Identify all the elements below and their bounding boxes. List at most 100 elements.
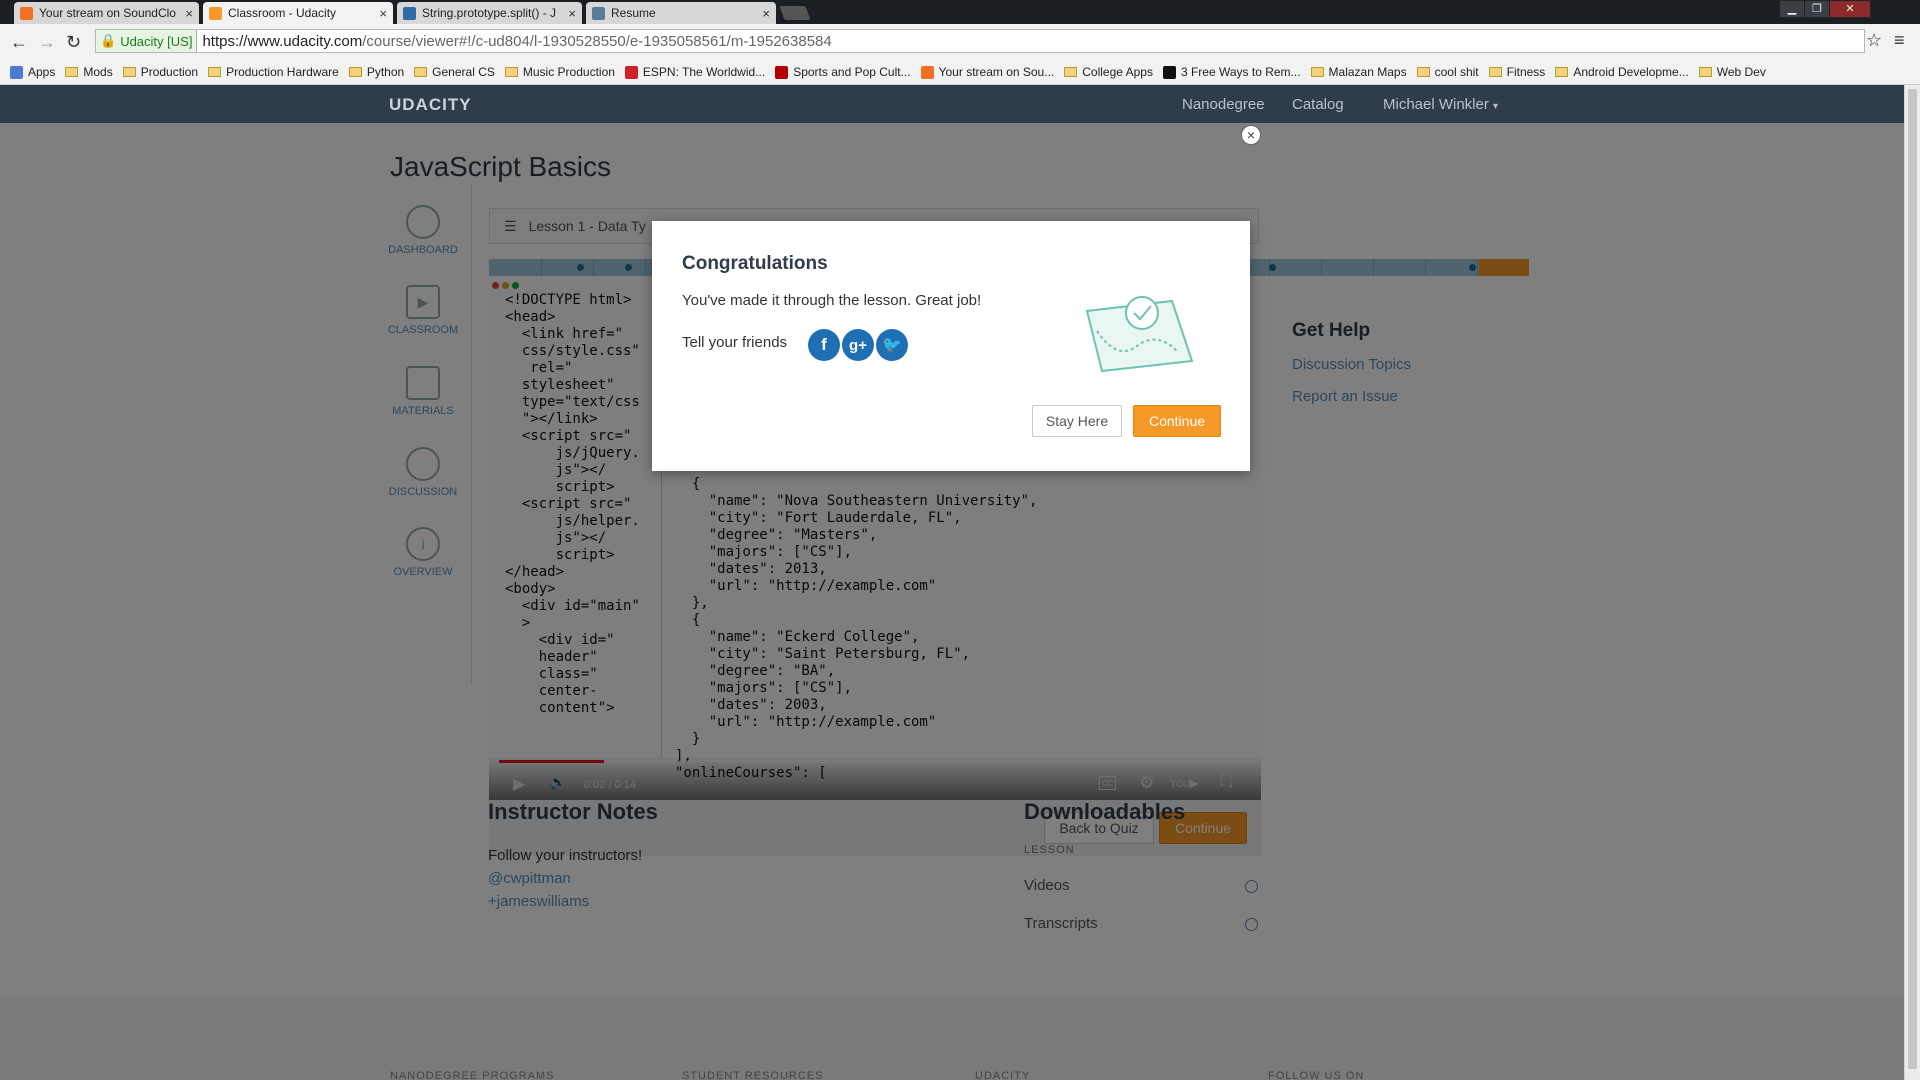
- close-window-icon[interactable]: ✕: [1829, 0, 1871, 18]
- bookmark-item[interactable]: Android Developme...: [1555, 65, 1689, 79]
- back-arrow-icon[interactable]: ←: [10, 32, 28, 53]
- scrollbar-thumb[interactable]: [1908, 89, 1917, 1069]
- folder-icon: [65, 67, 79, 77]
- udacity-logo[interactable]: UDACITY: [389, 95, 472, 115]
- bookmark-item[interactable]: General CS: [414, 65, 495, 79]
- bookmark-item[interactable]: Your stream on Sou...: [920, 65, 1055, 79]
- bookmark-item[interactable]: ESPN: The Worldwid...: [624, 65, 765, 79]
- bookmark-label: cool shit: [1434, 65, 1479, 79]
- folder-icon: [504, 67, 518, 77]
- folder-icon: [1416, 67, 1430, 77]
- bookmark-star-icon[interactable]: ☆: [1866, 30, 1882, 51]
- page-scrollbar[interactable]: [1904, 85, 1920, 1080]
- bookmark-label: Production: [140, 65, 199, 79]
- close-icon[interactable]: ×: [185, 6, 193, 21]
- soundcloud-icon: [20, 6, 33, 20]
- restore-icon[interactable]: ❐: [1804, 0, 1830, 18]
- folder-icon: [348, 67, 362, 77]
- caret-down-icon: ▾: [1493, 101, 1499, 112]
- bookmark-label: Sports and Pop Cult...: [793, 65, 911, 79]
- tab-label: Resume: [611, 6, 656, 20]
- bookmark-item[interactable]: Production Hardware: [208, 65, 339, 79]
- bookmark-label: Music Production: [522, 65, 615, 79]
- document-icon: [592, 6, 605, 20]
- folder-icon: [414, 67, 428, 77]
- site-navbar: UDACITY Nanodegree Catalog Michael Winkl…: [0, 85, 1904, 123]
- modal-message: You've made it through the lesson. Great…: [682, 292, 982, 309]
- congratulations-modal: Congratulations You've made it through t…: [652, 221, 1250, 471]
- htg-icon: [1162, 65, 1176, 79]
- folder-icon: [1555, 67, 1569, 77]
- bookmark-item[interactable]: Python: [348, 65, 405, 79]
- completed-map-illustration-icon: [1085, 296, 1194, 373]
- bookmark-label: Web Dev: [1716, 65, 1766, 79]
- tell-friends-label: Tell your friends: [682, 334, 788, 351]
- address-bar[interactable]: 🔒 Udacity [US] https://www.udacity.com/co…: [95, 29, 1865, 53]
- stay-here-button[interactable]: Stay Here: [1032, 405, 1122, 437]
- apps-grid-icon: [10, 65, 23, 79]
- bookmark-label: Your stream on Sou...: [938, 65, 1055, 79]
- nav-nanodegree[interactable]: Nanodegree: [1182, 96, 1265, 113]
- tab-label: String.prototype.split() - J: [422, 6, 557, 20]
- modal-close-icon[interactable]: ×: [1241, 125, 1261, 145]
- bookmark-item[interactable]: Mods: [65, 65, 113, 79]
- close-icon[interactable]: ×: [762, 6, 770, 21]
- tab-classroom-udacity[interactable]: Classroom - Udacity ×: [203, 2, 393, 24]
- reload-icon[interactable]: ↻: [66, 32, 81, 53]
- url-path: /course/viewer#!/c-ud804/l-1930528550/e-…: [362, 32, 832, 50]
- secure-badge[interactable]: 🔒 Udacity [US]: [96, 30, 198, 52]
- bookmark-item[interactable]: Apps: [10, 65, 55, 79]
- google-plus-icon[interactable]: g+: [842, 329, 874, 361]
- bookmark-item[interactable]: Web Dev: [1698, 65, 1766, 79]
- bookmark-item[interactable]: 3 Free Ways to Rem...: [1162, 65, 1301, 79]
- bookmark-item[interactable]: Malazan Maps: [1310, 65, 1407, 79]
- udacity-icon: [209, 6, 222, 20]
- bookmark-item[interactable]: Production: [122, 65, 199, 79]
- bookmark-item[interactable]: Sports and Pop Cult...: [775, 65, 911, 79]
- folder-icon: [1488, 67, 1502, 77]
- nav-catalog[interactable]: Catalog: [1292, 96, 1344, 113]
- tab-soundcloud[interactable]: Your stream on SoundClo ×: [14, 2, 199, 24]
- twitter-icon[interactable]: 🐦: [876, 329, 908, 361]
- bookmark-label: Mods: [83, 65, 113, 79]
- bookmark-label: Android Developme...: [1573, 65, 1689, 79]
- folder-icon: [1064, 67, 1078, 77]
- facebook-icon[interactable]: f: [808, 329, 840, 361]
- modal-continue-button[interactable]: Continue: [1133, 405, 1221, 437]
- folder-icon: [1698, 67, 1712, 77]
- menu-icon[interactable]: ≡: [1894, 30, 1905, 51]
- bookmark-item[interactable]: College Apps: [1064, 65, 1153, 79]
- bookmark-label: Python: [366, 65, 405, 79]
- bookmark-label: Malazan Maps: [1328, 65, 1407, 79]
- bookmark-label: Apps: [28, 65, 56, 79]
- bookmark-item[interactable]: cool shit: [1416, 65, 1479, 79]
- bookmarks-bar: Apps Mods Production Production Hardware Pyt…: [0, 60, 1920, 85]
- page-viewport: UDACITY Nanodegree Catalog Michael Winkl…: [0, 85, 1904, 1080]
- minimize-icon[interactable]: ▁: [1779, 0, 1805, 18]
- grantland-icon: [775, 65, 789, 79]
- soundcloud-icon: [920, 65, 934, 79]
- modal-title: Congratulations: [682, 253, 828, 274]
- bookmark-label: General CS: [432, 65, 495, 79]
- espn-icon: [624, 65, 638, 79]
- bookmark-item[interactable]: Music Production: [504, 65, 615, 79]
- bookmark-label: College Apps: [1082, 65, 1153, 79]
- bookmark-label: Production Hardware: [226, 65, 339, 79]
- tab-resume[interactable]: Resume ×: [586, 2, 776, 24]
- folder-icon: [1310, 67, 1324, 77]
- folder-icon: [208, 67, 222, 77]
- nav-user-menu[interactable]: Michael Winkler ▾: [1383, 96, 1498, 113]
- tab-string-split[interactable]: String.prototype.split() - J ×: [397, 2, 582, 24]
- forward-arrow-icon[interactable]: →: [38, 32, 56, 53]
- close-icon[interactable]: ×: [568, 6, 576, 21]
- lock-icon: 🔒: [100, 33, 117, 48]
- url-host: https://www.udacity.com: [202, 32, 363, 50]
- browser-titlebar: Your stream on SoundClo × Classroom - Ud…: [0, 0, 1920, 24]
- close-icon[interactable]: ×: [379, 6, 387, 21]
- bookmark-item[interactable]: Fitness: [1488, 65, 1546, 79]
- bookmark-label: Fitness: [1506, 65, 1546, 79]
- new-tab-button[interactable]: [779, 6, 811, 20]
- folder-icon: [122, 67, 136, 77]
- tab-label: Classroom - Udacity: [228, 6, 337, 20]
- bookmark-label: 3 Free Ways to Rem...: [1180, 65, 1301, 79]
